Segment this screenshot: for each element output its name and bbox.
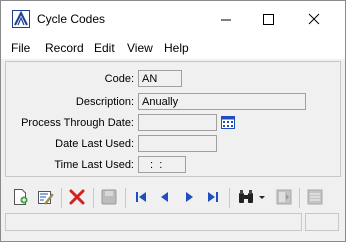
toolbar [5,185,339,211]
title-bar: Cycle Codes [1,1,345,37]
toolbar-separator [61,188,62,208]
date-last-used-label: Date Last Used: [55,138,134,150]
toolbar-separator [93,188,94,208]
window-title: Cycle Codes [37,12,106,26]
status-panel-secondary [305,213,339,231]
menu-bar: File Record Edit View Help [1,37,345,59]
status-panel-main [5,213,302,231]
menu-view[interactable]: View [127,41,153,55]
description-field[interactable]: Anually [138,93,306,110]
new-record-icon[interactable] [11,188,29,206]
save-icon[interactable] [100,188,118,206]
menu-file[interactable]: File [11,41,30,55]
code-field[interactable]: AN [138,70,182,87]
previous-record-icon[interactable] [156,188,174,206]
report-icon[interactable] [275,188,293,206]
list-icon[interactable] [306,188,324,206]
time-last-used-field[interactable]: : : [138,156,186,173]
first-record-icon[interactable] [132,188,150,206]
find-icon[interactable] [237,188,255,206]
toolbar-separator [125,188,126,208]
calendar-icon[interactable] [220,114,236,130]
edit-record-icon[interactable] [36,188,54,206]
cycle-codes-window: Cycle Codes File Record Edit View Help C… [0,0,346,242]
minimize-icon[interactable] [211,6,241,32]
menu-edit[interactable]: Edit [94,41,115,55]
process-through-date-field[interactable] [138,114,217,131]
status-bar [5,213,339,231]
menu-record[interactable]: Record [45,41,84,55]
code-label: Code: [104,73,134,85]
toolbar-separator [299,188,300,208]
find-dropdown-icon[interactable] [257,188,267,206]
date-last-used-field[interactable] [138,135,217,152]
form-panel: Code: AN Description: Anually Process Th… [5,61,341,177]
toolbar-separator [229,188,230,208]
next-record-icon[interactable] [180,188,198,206]
delete-icon[interactable] [68,188,86,206]
last-record-icon[interactable] [204,188,222,206]
time-last-used-label: Time Last Used: [54,159,134,171]
process-through-date-label: Process Through Date: [21,117,134,129]
maximize-icon[interactable] [253,6,283,32]
close-icon[interactable] [299,6,329,32]
app-icon [12,10,30,28]
description-label: Description: [75,96,134,108]
menu-help[interactable]: Help [164,41,189,55]
